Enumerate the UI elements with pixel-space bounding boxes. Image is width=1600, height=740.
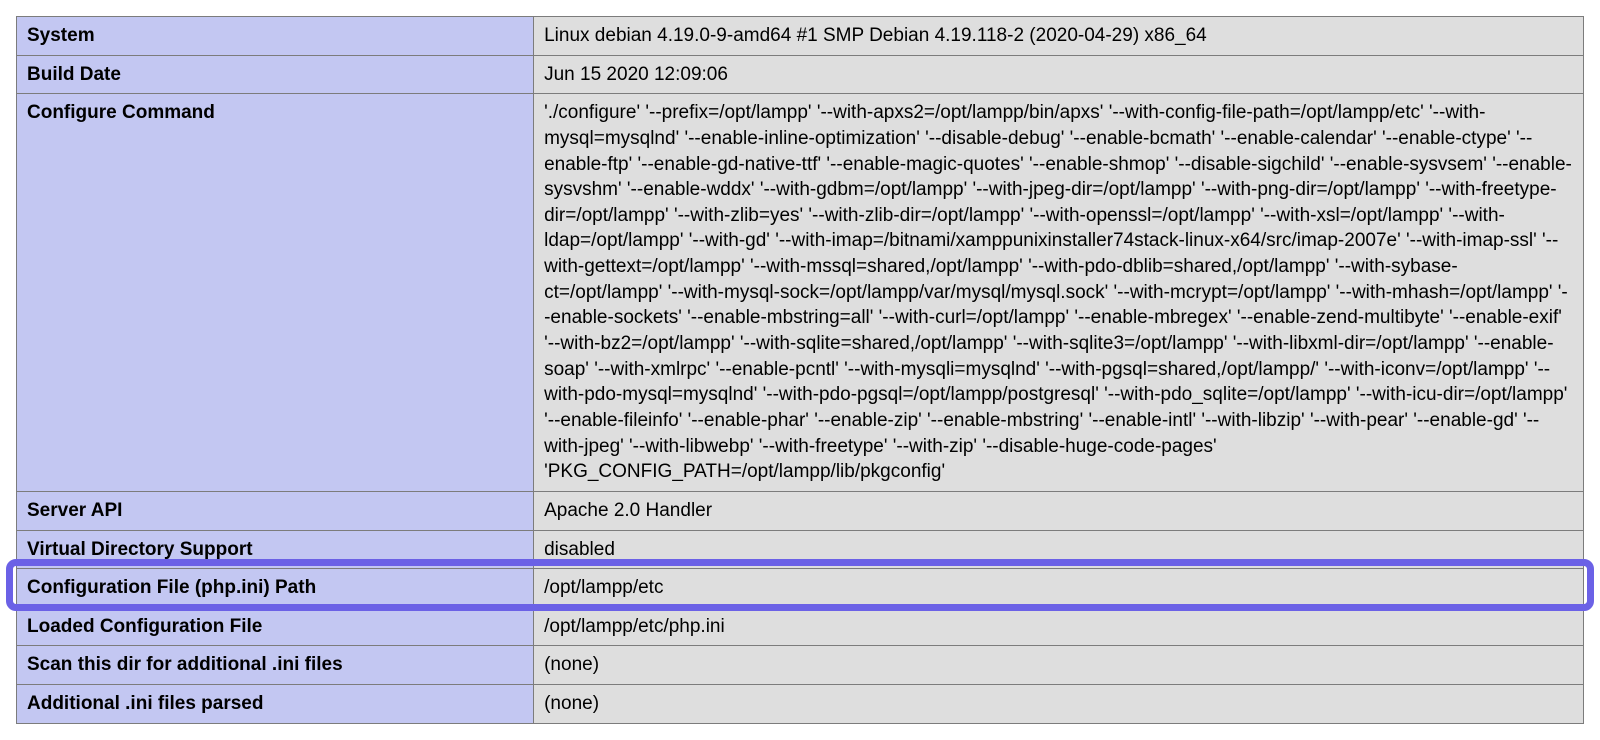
row-val: Apache 2.0 Handler <box>534 491 1584 530</box>
row-key: Loaded Configuration File <box>17 607 534 646</box>
row-val: (none) <box>534 685 1584 724</box>
row-key: Virtual Directory Support <box>17 530 534 569</box>
table-row: Virtual Directory Support disabled <box>17 530 1584 569</box>
table-row: Additional .ini files parsed (none) <box>17 685 1584 724</box>
row-key: Server API <box>17 491 534 530</box>
row-val: /opt/lampp/etc/php.ini <box>534 607 1584 646</box>
table-row-highlighted: Configuration File (php.ini) Path /opt/l… <box>17 569 1584 608</box>
row-val: (none) <box>534 646 1584 685</box>
row-key: Scan this dir for additional .ini files <box>17 646 534 685</box>
row-val: './configure' '--prefix=/opt/lampp' '--w… <box>534 94 1584 492</box>
table-row: Configure Command './configure' '--prefi… <box>17 94 1584 492</box>
row-key: System <box>17 17 534 56</box>
table-row: Server API Apache 2.0 Handler <box>17 491 1584 530</box>
row-val: /opt/lampp/etc <box>534 569 1584 608</box>
phpinfo-table: System Linux debian 4.19.0-9-amd64 #1 SM… <box>16 16 1584 724</box>
row-key: Configure Command <box>17 94 534 492</box>
phpinfo-container: System Linux debian 4.19.0-9-amd64 #1 SM… <box>16 16 1584 724</box>
table-row: Scan this dir for additional .ini files … <box>17 646 1584 685</box>
table-row: Build Date Jun 15 2020 12:09:06 <box>17 55 1584 94</box>
row-val: Jun 15 2020 12:09:06 <box>534 55 1584 94</box>
row-key: Configuration File (php.ini) Path <box>17 569 534 608</box>
row-key: Additional .ini files parsed <box>17 685 534 724</box>
row-key: Build Date <box>17 55 534 94</box>
row-val: Linux debian 4.19.0-9-amd64 #1 SMP Debia… <box>534 17 1584 56</box>
table-row: Loaded Configuration File /opt/lampp/etc… <box>17 607 1584 646</box>
row-val: disabled <box>534 530 1584 569</box>
table-row: System Linux debian 4.19.0-9-amd64 #1 SM… <box>17 17 1584 56</box>
